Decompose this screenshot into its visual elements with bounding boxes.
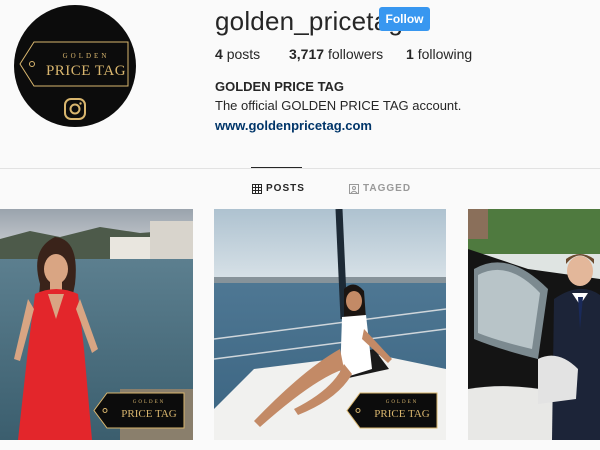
tab-tagged-label: TAGGED [363,183,412,194]
watermark-line2: PRICE TAG [374,408,430,420]
following-count-label: following [417,46,473,62]
instagram-icon [64,98,86,120]
tagged-icon [349,183,359,194]
posts-count-value: 4 [215,46,223,62]
watermark-line2: PRICE TAG [121,408,177,420]
follow-button[interactable]: Follow [379,7,430,31]
tab-active-indicator [251,167,302,168]
posts-count: 4 posts [215,46,260,62]
following-count-value: 1 [406,46,414,62]
price-tag-watermark: GOLDEN PRICE TAG [93,392,185,429]
profile-avatar[interactable]: GOLDEN PRICE TAG [14,5,136,127]
post-thumbnail[interactable] [468,209,600,440]
profile-bio: The official GOLDEN PRICE TAG account. [215,98,462,113]
post-thumbnail[interactable]: GOLDEN PRICE TAG [214,209,446,440]
tab-posts-label: POSTS [266,183,305,194]
tab-tagged[interactable]: TAGGED [349,183,411,194]
post-thumbnail[interactable]: GOLDEN PRICE TAG [0,209,193,440]
following-count[interactable]: 1 following [406,46,472,62]
price-tag-watermark: GOLDEN PRICE TAG [346,392,438,429]
post-image-car [468,209,600,440]
profile-username: golden_pricetag [215,6,404,36]
posts-count-label: posts [226,46,261,62]
tab-posts[interactable]: POSTS [252,183,305,194]
watermark-line1: GOLDEN [132,400,166,405]
followers-count-value: 3,717 [289,46,325,62]
watermark-line1: GOLDEN [385,400,419,405]
profile-website-link[interactable]: www.goldenpricetag.com [215,118,372,133]
tab-divider [0,168,600,169]
followers-count-label: followers [327,46,384,62]
followers-count[interactable]: 3,717 followers [289,46,383,62]
grid-icon [252,183,262,194]
avatar-logo-line1: GOLDEN [62,52,110,60]
profile-full-name: GOLDEN PRICE TAG [215,79,345,94]
avatar-logo-line2: PRICE TAG [45,63,127,79]
